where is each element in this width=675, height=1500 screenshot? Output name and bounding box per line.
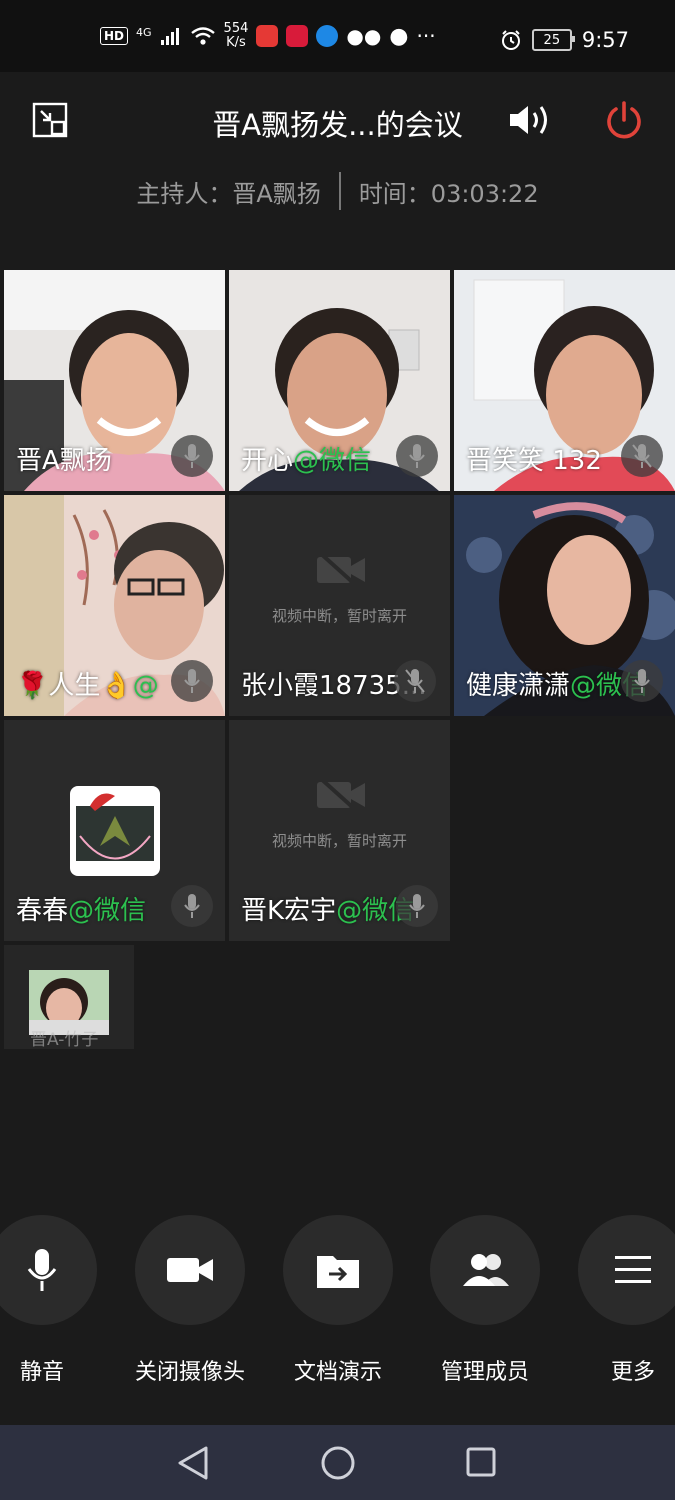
minimize-window-icon[interactable] xyxy=(32,102,68,138)
gift-app-icon xyxy=(286,25,309,47)
participant-tile[interactable]: 视频中断，暂时离开 张小霞18735... xyxy=(229,495,450,716)
more-label: 更多 xyxy=(610,1360,655,1385)
meeting-toolbar: 静音 关闭摄像头 文档演示 管理成员 更多 xyxy=(0,1210,675,1425)
host-label: 主持人：晋A飘扬 xyxy=(136,179,321,208)
video-camera-icon xyxy=(167,1258,213,1282)
back-triangle-icon[interactable] xyxy=(176,1445,210,1481)
more-button[interactable] xyxy=(578,1215,675,1325)
browser-app-icon xyxy=(316,25,339,47)
participant-name: 晋笑笑 132 xyxy=(466,446,602,476)
share-document-button[interactable] xyxy=(283,1215,393,1325)
participant-tile[interactable]: 晋A飘扬 xyxy=(4,270,225,491)
camera-off-icon xyxy=(317,775,365,815)
participant-name: 春春@微信 xyxy=(16,896,147,926)
participant-tile[interactable]: 晋笑笑 132 xyxy=(454,270,675,491)
participant-tile[interactable]: 春春@微信 xyxy=(4,720,225,941)
speaker-icon[interactable] xyxy=(506,102,554,138)
participant-tile-small[interactable]: 晋A-竹子 xyxy=(4,945,134,1049)
participant-name: 晋A飘扬 xyxy=(16,446,112,476)
camera-off-label: 关闭摄像头 xyxy=(134,1360,245,1385)
mic-muted-icon xyxy=(621,435,663,477)
wifi-icon xyxy=(190,27,215,45)
mic-status-icon xyxy=(171,435,213,477)
status-bar: HD 4G 554 K/s ●● ● ··· 25 9:57 xyxy=(0,0,675,72)
share-document-label: 文档演示 xyxy=(293,1360,382,1385)
net-speed: 554 K/s xyxy=(223,21,249,50)
participant-name: 开心@微信 xyxy=(241,446,372,476)
mic-status-icon xyxy=(171,885,213,927)
manage-members-label: 管理成员 xyxy=(440,1360,529,1385)
participant-tile[interactable]: 🌹人生👌@ xyxy=(4,495,225,716)
mic-status-icon xyxy=(171,660,213,702)
mic-status-icon xyxy=(396,885,438,927)
video-paused-text: 视频中断，暂时离开 xyxy=(271,832,407,850)
meeting-duration: 时间：03:03:22 xyxy=(358,179,539,208)
alarm-icon xyxy=(501,30,520,50)
cellular-signal-icon xyxy=(160,28,179,45)
mic-status-icon xyxy=(396,435,438,477)
video-app-icon xyxy=(256,25,279,47)
avatar xyxy=(70,786,160,876)
signal-4g-label: 4G xyxy=(136,25,152,39)
manage-members-button[interactable] xyxy=(430,1215,540,1325)
camera-off-icon xyxy=(317,550,365,590)
meeting-title: 晋A飘扬发...的会议 xyxy=(212,108,463,142)
leave-meeting-power-icon[interactable] xyxy=(604,100,644,142)
video-paused-text: 视频中断，暂时离开 xyxy=(271,607,407,625)
info-divider xyxy=(338,172,341,210)
members-icon xyxy=(463,1254,509,1286)
participant-tile[interactable]: 开心@微信 xyxy=(229,270,450,491)
participant-name: 晋A-竹子 xyxy=(30,1030,99,1049)
battery-indicator: 25 xyxy=(531,29,575,51)
wechat-icon: ●● xyxy=(346,24,382,48)
camera-off-button[interactable] xyxy=(135,1215,245,1325)
menu-icon xyxy=(615,1256,651,1283)
system-nav-bar xyxy=(0,1425,675,1500)
mute-button[interactable] xyxy=(0,1215,97,1325)
clock: 9:57 xyxy=(581,28,629,52)
participant-tile[interactable]: 健康潇潇@微信 xyxy=(454,495,675,716)
recents-square-icon[interactable] xyxy=(465,1446,497,1478)
microphone-icon xyxy=(27,1249,57,1291)
hd-badge: HD xyxy=(100,27,129,45)
mute-label: 静音 xyxy=(19,1360,64,1385)
chat-bubble-icon: ● xyxy=(389,23,409,49)
mic-muted-icon xyxy=(394,660,436,702)
participant-name: 晋K宏宇@微信 xyxy=(241,896,415,926)
meeting-info: 主持人：晋A飘扬 时间：03:03:22 xyxy=(0,172,675,210)
meeting-header: 晋A飘扬发...的会议 主持人：晋A飘扬 时间：03:03:22 xyxy=(0,72,675,232)
more-notifications-icon: ··· xyxy=(416,24,436,48)
folder-share-icon xyxy=(317,1256,359,1288)
participant-name: 🌹人生👌@ xyxy=(16,671,159,701)
home-circle-icon[interactable] xyxy=(320,1445,356,1481)
participant-tile[interactable]: 视频中断，暂时离开 晋K宏宇@微信 xyxy=(229,720,450,941)
mic-status-icon xyxy=(621,660,663,702)
